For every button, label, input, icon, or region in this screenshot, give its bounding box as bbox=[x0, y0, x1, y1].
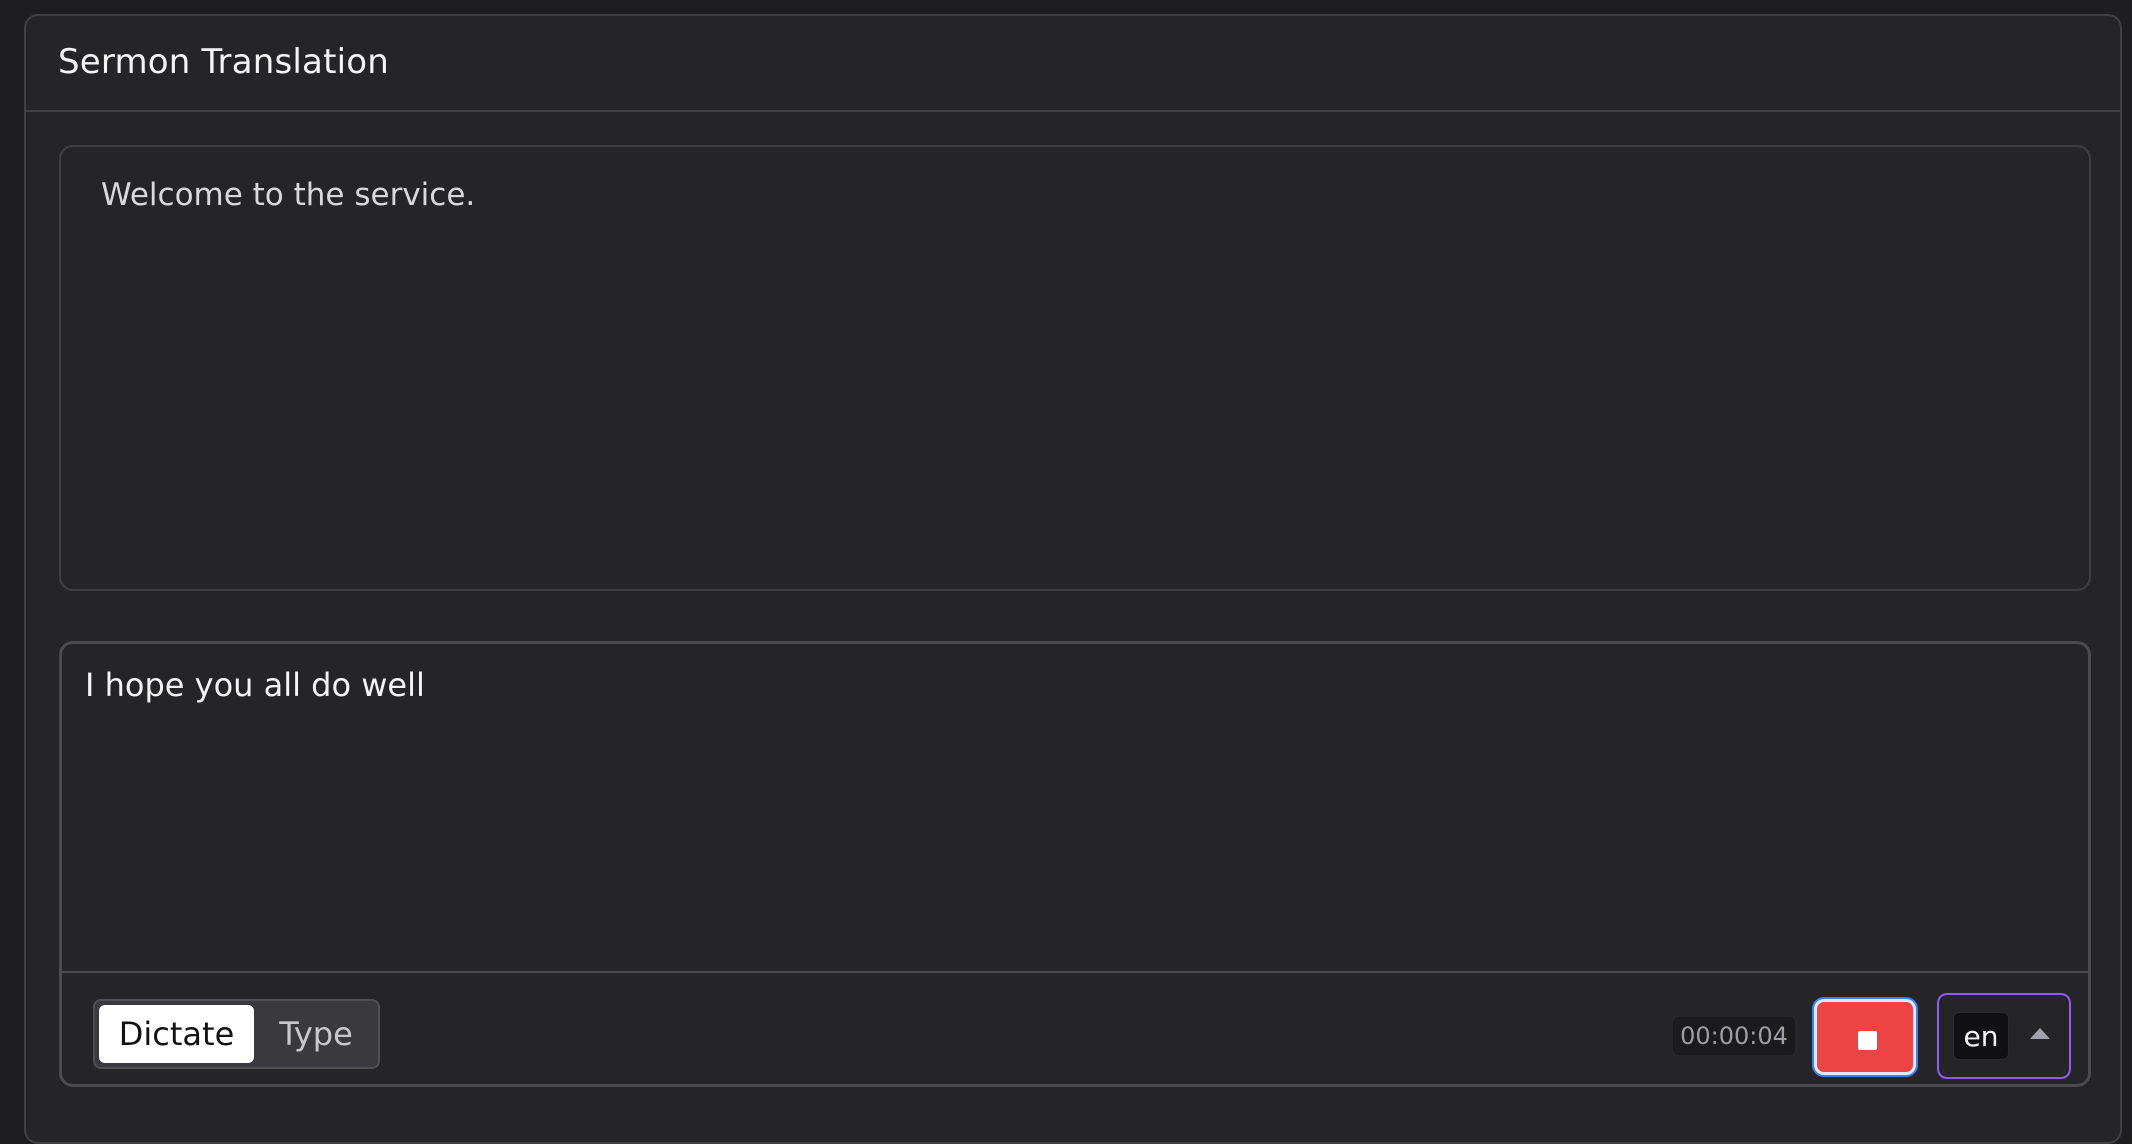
panel-header: Sermon Translation bbox=[26, 16, 2120, 112]
language-select[interactable]: en bbox=[1937, 993, 2071, 1079]
page-title: Sermon Translation bbox=[58, 42, 390, 82]
input-textarea[interactable]: I hope you all do well bbox=[85, 666, 2045, 704]
chevron-up-icon bbox=[2030, 1028, 2050, 1039]
type-button[interactable]: Type bbox=[258, 1005, 374, 1063]
translation-panel: Sermon Translation Welcome to the servic… bbox=[24, 14, 2122, 1144]
input-composer: I hope you all do well Dictate Type 00:0… bbox=[59, 641, 2091, 1087]
recording-timer: 00:00:04 bbox=[1673, 1017, 1795, 1055]
language-code: en bbox=[1953, 1012, 2009, 1060]
dictate-button[interactable]: Dictate bbox=[99, 1005, 254, 1063]
mode-toggle: Dictate Type bbox=[93, 999, 380, 1069]
stop-icon bbox=[1858, 1031, 1877, 1050]
translation-output: Welcome to the service. bbox=[59, 145, 2091, 591]
stop-recording-button[interactable] bbox=[1814, 999, 1916, 1075]
input-toolbar: Dictate Type 00:00:04 en bbox=[62, 971, 2088, 1084]
translation-text: Welcome to the service. bbox=[101, 177, 476, 213]
